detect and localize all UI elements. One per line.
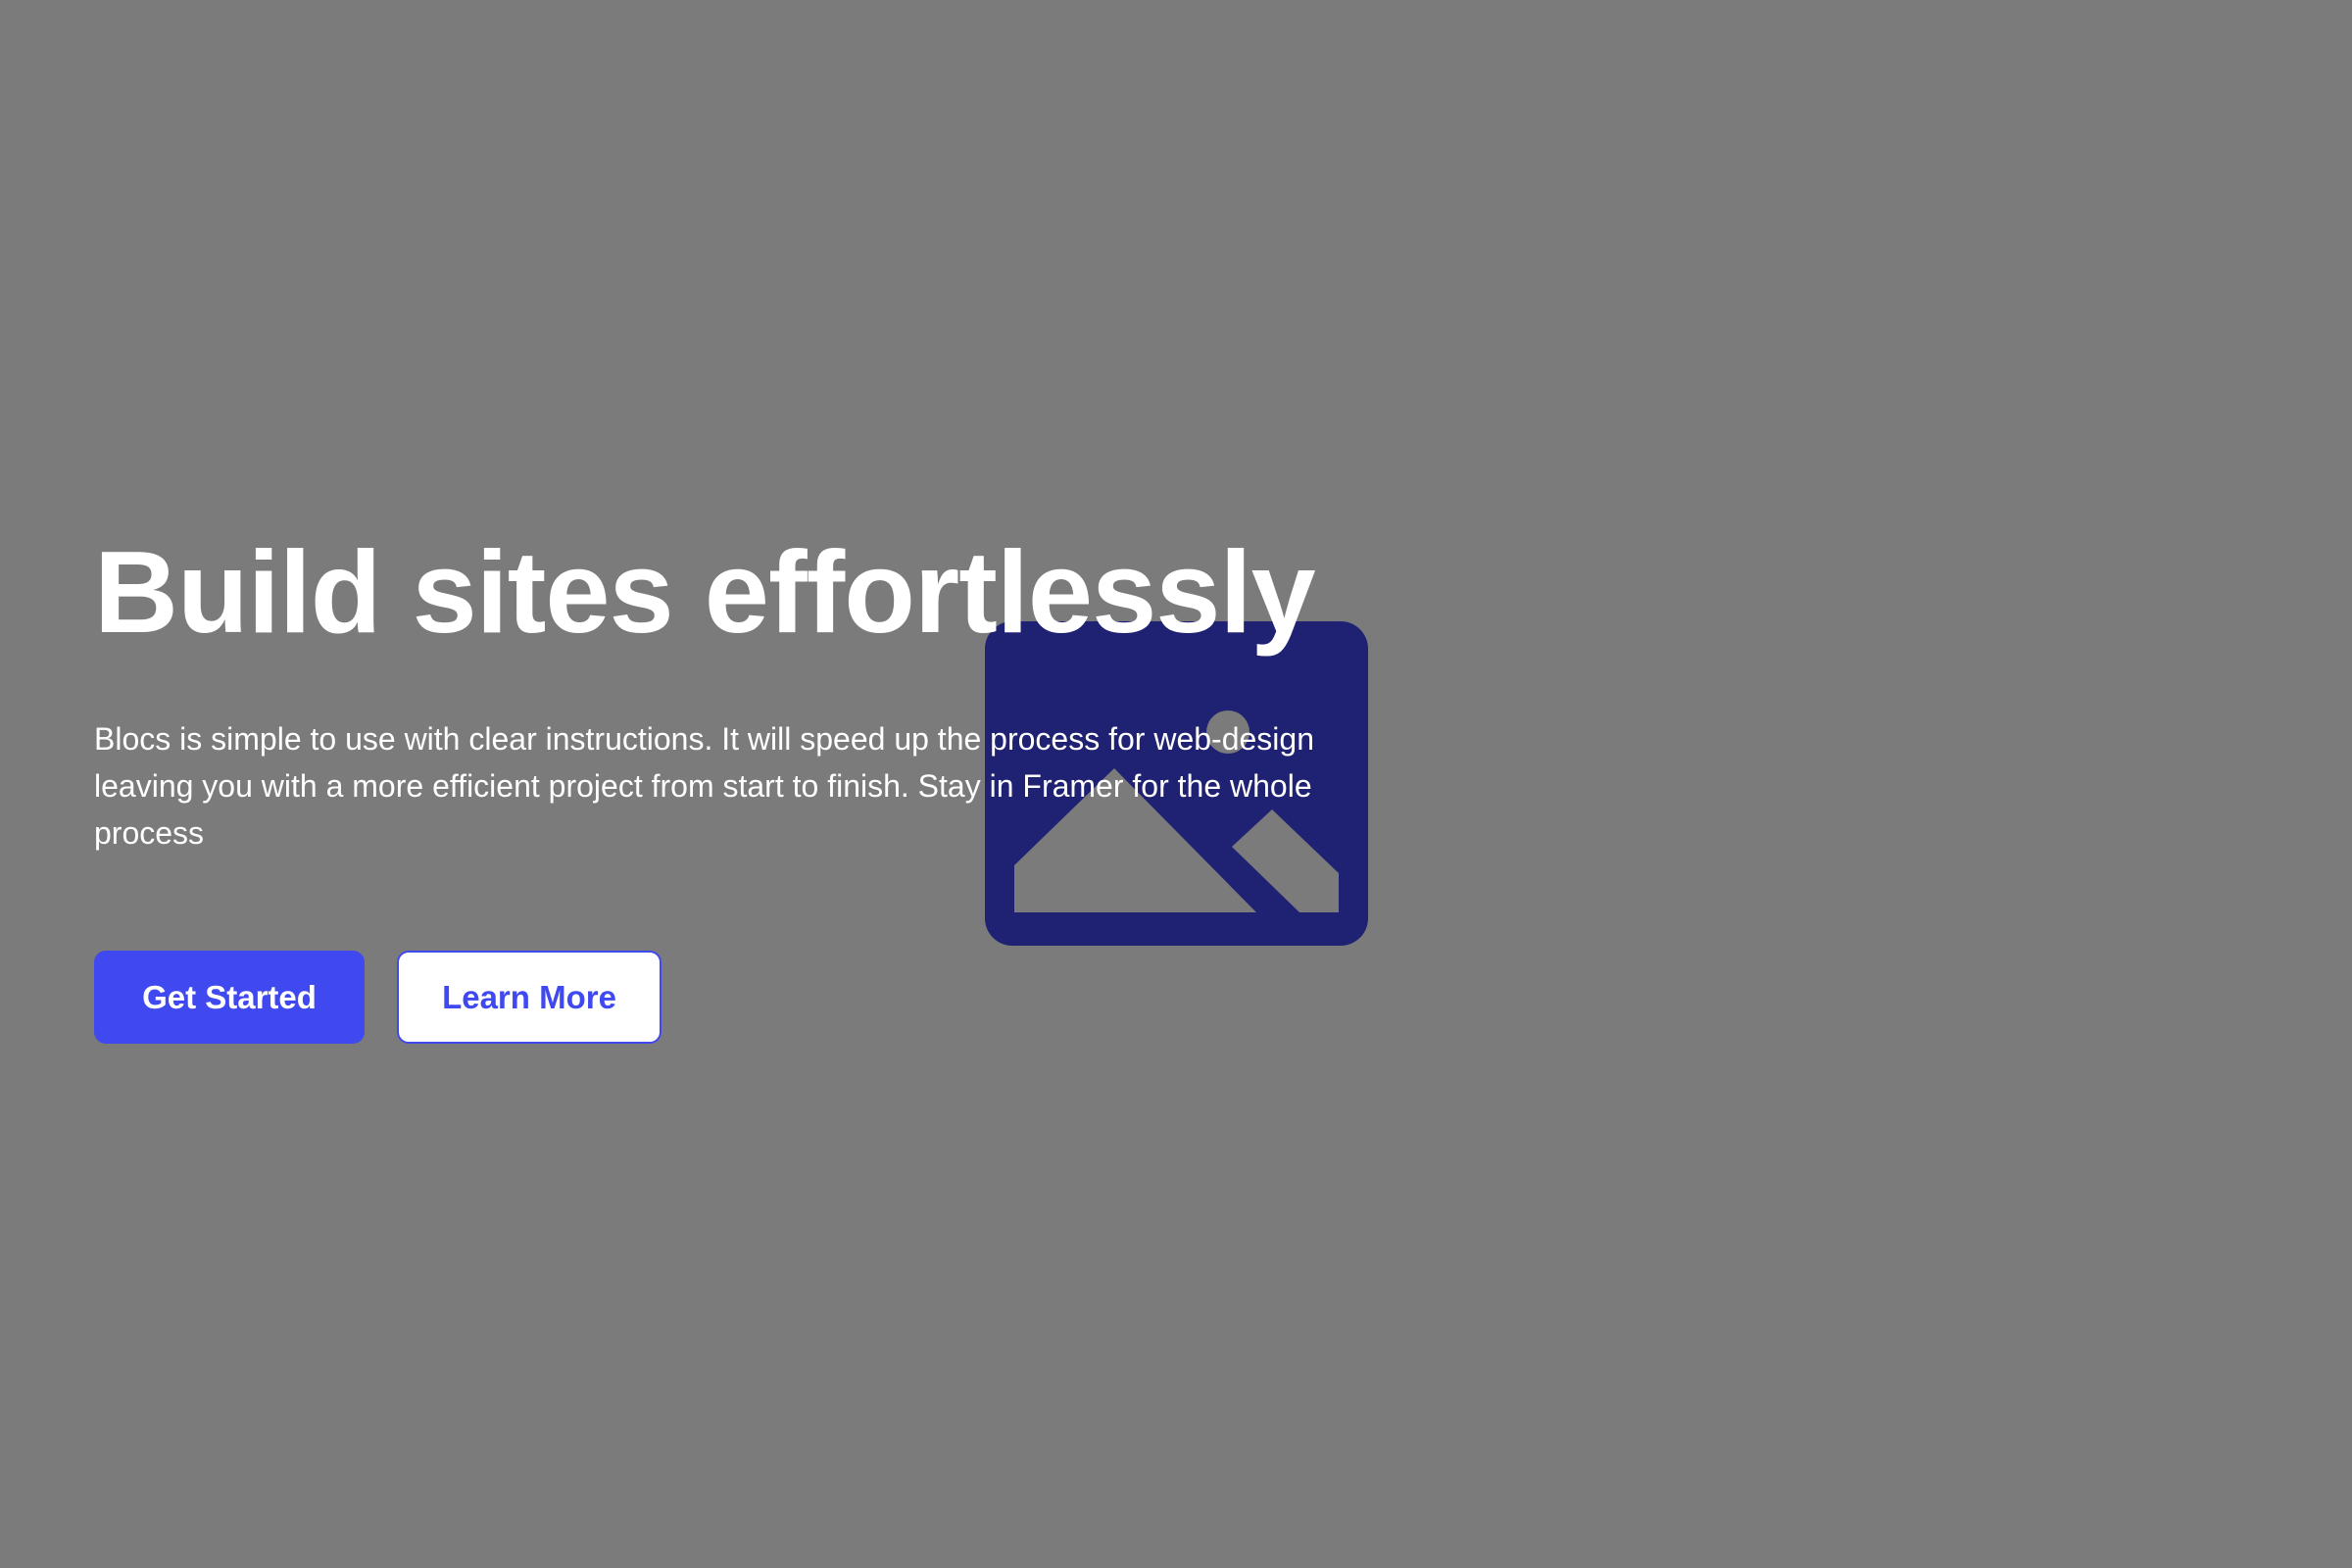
hero-section: Build sites effortlessly Blocs is simple…: [0, 0, 2352, 1568]
hero-buttons: Get Started Learn More: [94, 951, 1368, 1044]
hero-content: Build sites effortlessly Blocs is simple…: [94, 519, 1368, 1044]
get-started-button[interactable]: Get Started: [94, 951, 365, 1044]
learn-more-button[interactable]: Learn More: [397, 951, 662, 1044]
hero-title: Build sites effortlessly: [94, 527, 1316, 658]
hero-description: Blocs is simple to use with clear instru…: [94, 721, 1314, 851]
